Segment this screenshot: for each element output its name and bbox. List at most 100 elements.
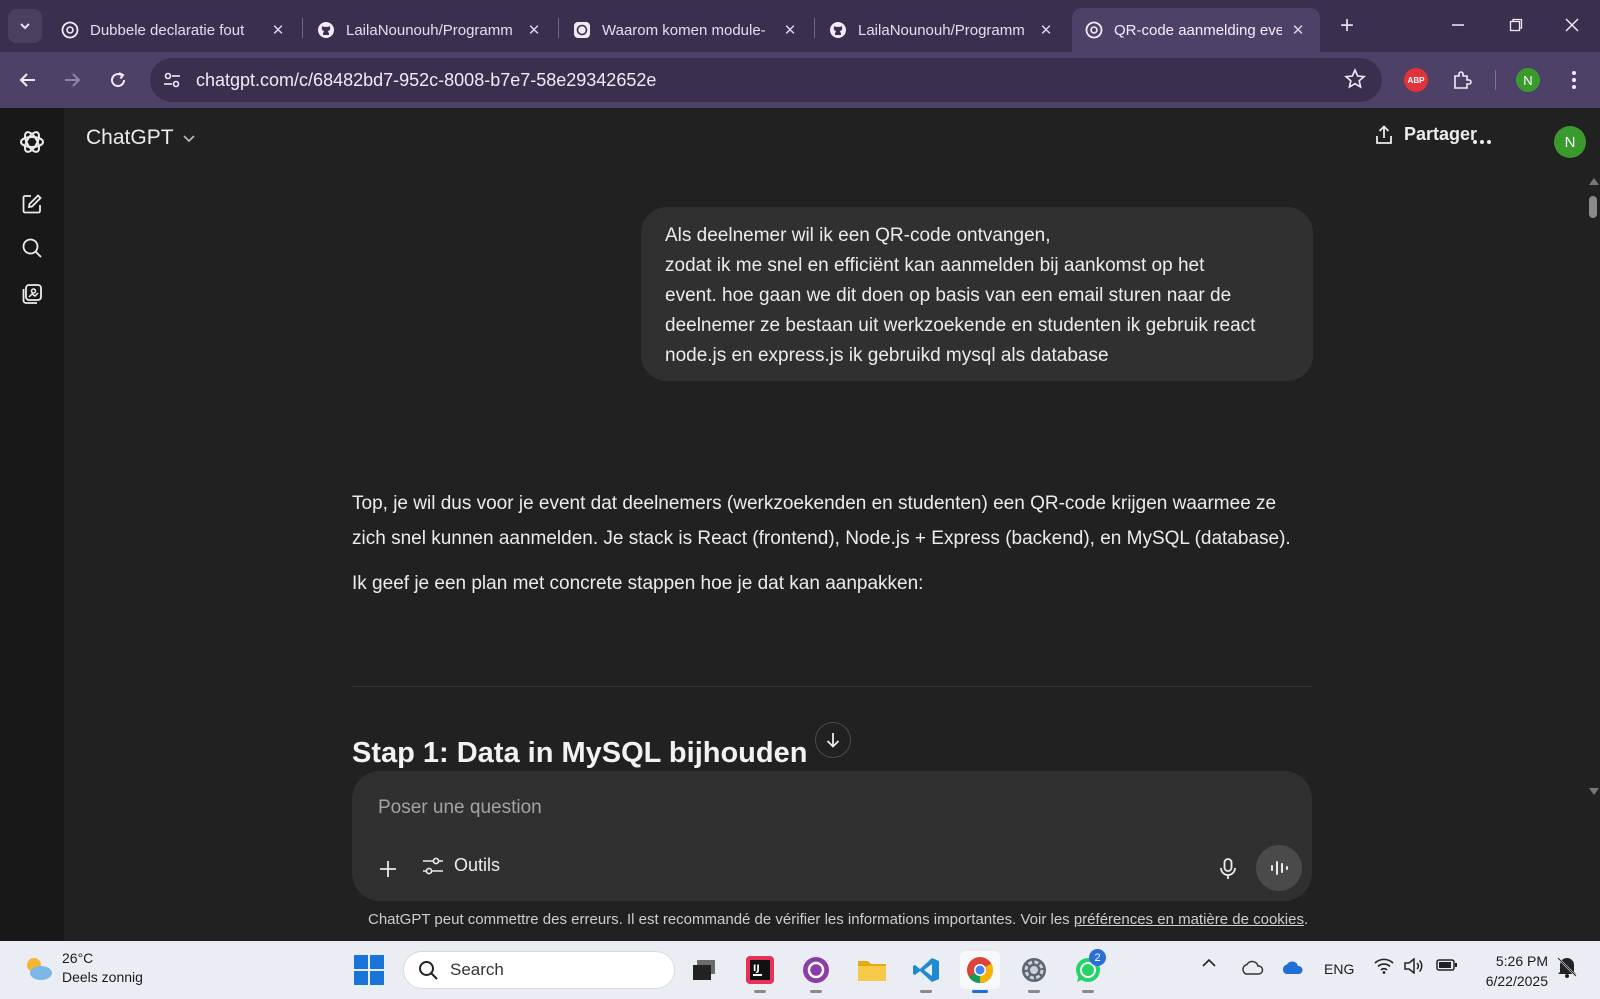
search-chats-button[interactable] <box>14 230 50 266</box>
windows-logo-icon <box>354 955 384 985</box>
browser-tab[interactable]: Waarom komen module- ✕ <box>560 8 812 52</box>
onedrive-business-button[interactable] <box>1280 960 1304 976</box>
message-composer[interactable]: Poser une question Outils <box>352 771 1312 901</box>
library-button[interactable] <box>14 276 50 312</box>
speaker-icon <box>1404 958 1423 974</box>
app-header: ChatGPT Partager N <box>64 108 1600 176</box>
voice-mode-button[interactable] <box>1256 845 1302 891</box>
intellij-icon: IJ <box>746 956 774 984</box>
notifications-button[interactable] <box>1556 955 1578 979</box>
close-tab-icon[interactable]: ✕ <box>268 21 288 39</box>
avatar[interactable]: N <box>1554 126 1586 158</box>
assistant-paragraph: Ik geef je een plan met concrete stappen… <box>352 573 924 594</box>
input-language[interactable]: ENG <box>1324 961 1354 977</box>
puzzle-icon <box>1454 71 1472 89</box>
taskbar-chrome[interactable] <box>960 951 1000 993</box>
sidebar <box>0 108 64 941</box>
taskbar-task-view[interactable] <box>684 951 724 989</box>
taskbar-intellij[interactable]: IJ <box>740 951 780 993</box>
scroll-thumb[interactable] <box>1589 196 1597 218</box>
minimize-icon <box>1452 24 1464 26</box>
site-info-icon[interactable] <box>162 70 182 95</box>
sliders-icon <box>423 857 443 874</box>
new-tab-button[interactable]: + <box>1333 12 1361 40</box>
close-tab-icon[interactable]: ✕ <box>1036 21 1056 39</box>
bookmark-star-icon[interactable] <box>1344 67 1366 95</box>
weather-widget[interactable]: 26°C Deels zonnig <box>22 949 143 987</box>
taskbar-file-explorer[interactable] <box>852 951 892 989</box>
tab-divider <box>302 18 303 38</box>
start-button[interactable] <box>354 955 384 990</box>
voice-waveform-icon <box>1271 861 1288 875</box>
partly-sunny-icon <box>27 958 52 980</box>
taskbar: 26°C Deels zonnig Search IJ 2 ENG 5:26 P… <box>0 941 1600 999</box>
onedrive-personal-button[interactable] <box>1240 960 1264 976</box>
browser-toolbar: chatgpt.com/c/68482bd7-952c-8008-b7e7-58… <box>0 52 1600 108</box>
url-text[interactable]: chatgpt.com/c/68482bd7-952c-8008-b7e7-58… <box>196 70 656 91</box>
share-button[interactable]: Partager <box>1374 124 1477 145</box>
microphone-icon <box>1220 858 1236 879</box>
close-window-button[interactable] <box>1552 8 1592 42</box>
tools-button[interactable]: Outils <box>422 855 500 876</box>
browser-profile-button[interactable]: N <box>1512 64 1544 96</box>
search-icon <box>22 238 42 258</box>
cookie-preferences-link[interactable]: préférences en matière de cookies <box>1074 911 1304 928</box>
dictate-button[interactable] <box>1212 853 1244 885</box>
prompt-input[interactable]: Poser une question <box>378 797 542 819</box>
assistant-paragraph: Top, je wil dus voor je event dat deelne… <box>352 493 1291 549</box>
tab-title: Waarom komen module- <box>602 21 766 39</box>
extensions-button[interactable] <box>1446 64 1478 96</box>
scroll-down-arrow[interactable] <box>1589 788 1599 795</box>
clock-date: 6/22/2025 <box>1485 973 1548 989</box>
system-clock[interactable]: 5:26 PM 6/22/2025 <box>1468 951 1548 991</box>
model-selector[interactable]: ChatGPT <box>86 126 196 150</box>
running-indicator <box>810 990 822 993</box>
scroll-to-bottom-button[interactable] <box>815 722 851 758</box>
network-button[interactable] <box>1374 958 1394 974</box>
address-bar[interactable]: chatgpt.com/c/68482bd7-952c-8008-b7e7-58… <box>150 58 1382 102</box>
browser-tab-active[interactable]: QR-code aanmelding eve ✕ <box>1072 8 1320 52</box>
close-tab-icon[interactable]: ✕ <box>780 21 800 39</box>
restore-button[interactable] <box>1496 8 1536 42</box>
browser-tab[interactable]: Dubbele declaratie fout ✕ <box>48 8 300 52</box>
svg-text:IJ: IJ <box>753 964 760 974</box>
taskbar-settings[interactable] <box>1014 951 1054 993</box>
taskbar-whatsapp[interactable]: 2 <box>1068 949 1108 993</box>
taskbar-search[interactable]: Search <box>403 951 675 989</box>
chevron-up-icon <box>1202 958 1216 967</box>
close-tab-icon[interactable]: ✕ <box>1288 21 1308 39</box>
page-scrollbar[interactable] <box>1586 176 1600 801</box>
close-tab-icon[interactable]: ✕ <box>524 21 544 39</box>
vscode-icon <box>913 958 939 982</box>
tab-search-menu-button[interactable] <box>8 9 42 43</box>
chevron-down-icon <box>20 23 30 30</box>
back-button[interactable] <box>12 64 44 96</box>
browser-menu-button[interactable] <box>1558 64 1590 96</box>
taskbar-github-desktop[interactable] <box>796 951 836 993</box>
new-chat-button[interactable] <box>14 186 50 222</box>
show-hidden-icons-button[interactable] <box>1202 958 1216 968</box>
plus-icon <box>380 861 396 877</box>
tab-title: QR-code aanmelding eve <box>1114 21 1282 39</box>
adblock-extension-button[interactable]: ABP <box>1400 64 1432 96</box>
minimize-button[interactable] <box>1438 8 1478 42</box>
scroll-up-arrow[interactable] <box>1589 178 1599 185</box>
forward-button[interactable] <box>56 64 88 96</box>
chevron-down-icon <box>182 135 195 143</box>
user-message: Als deelnemer wil ik een QR-code ontvang… <box>641 207 1313 381</box>
chatgpt-logo-button[interactable] <box>14 124 50 160</box>
volume-button[interactable] <box>1404 958 1424 974</box>
reload-button[interactable] <box>102 64 134 96</box>
github-icon <box>316 20 336 40</box>
avatar: N <box>1516 68 1540 92</box>
browser-tab[interactable]: LailaNounouh/Programm ✕ <box>304 8 556 52</box>
battery-button[interactable] <box>1436 958 1458 972</box>
message-line: deelnemer ze bestaan uit werkzoekende en… <box>665 315 1256 336</box>
running-indicator <box>1082 990 1094 993</box>
taskbar-vscode[interactable] <box>906 951 946 993</box>
disclaimer-text: ChatGPT peut commettre des erreurs. Il e… <box>368 911 1074 928</box>
running-indicator <box>1028 990 1040 993</box>
more-options-button[interactable] <box>1466 126 1498 158</box>
attach-button[interactable] <box>370 851 406 887</box>
browser-tab[interactable]: LailaNounouh/Programm ✕ <box>816 8 1068 52</box>
